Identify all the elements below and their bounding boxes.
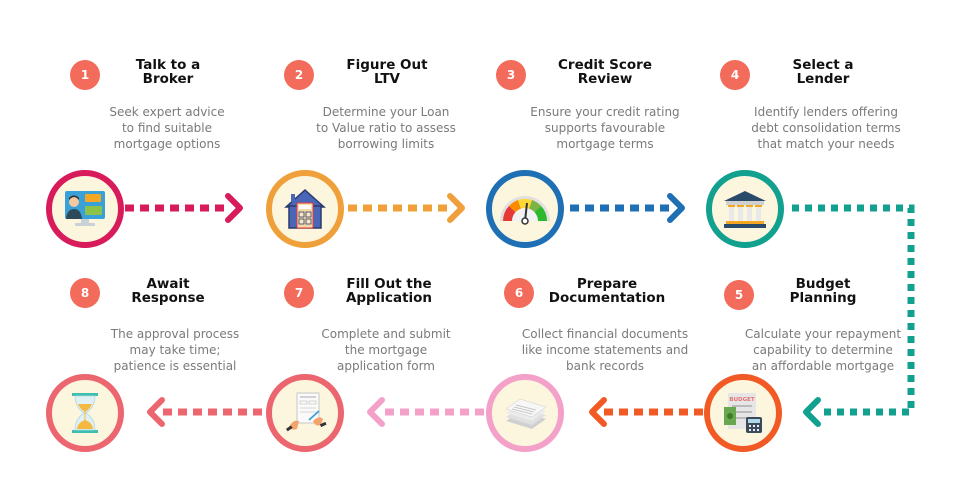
desc-line: The approval process bbox=[110, 327, 240, 341]
connector-5-6 bbox=[589, 397, 703, 427]
step-node bbox=[706, 170, 784, 248]
desc-line: Identify lenders offering bbox=[754, 105, 898, 119]
title-line: Documentation bbox=[548, 290, 666, 306]
budget-label: BUDGET bbox=[729, 397, 754, 403]
title-line: Broker bbox=[142, 71, 194, 87]
title-line: Lender bbox=[796, 71, 850, 87]
title-line: Await bbox=[146, 276, 190, 292]
title-line: Select a bbox=[792, 57, 854, 73]
step-title: Credit Score Review bbox=[520, 58, 690, 86]
step-description: Collect financial documents like income … bbox=[505, 326, 705, 374]
desc-line: an affordable mortgage bbox=[751, 359, 895, 373]
signing-form-icon bbox=[285, 392, 327, 432]
desc-line: debt consolidation terms bbox=[751, 121, 901, 135]
desc-line: Seek expert advice bbox=[109, 105, 225, 119]
hourglass-icon bbox=[72, 393, 98, 433]
step-title: Await Response bbox=[83, 277, 253, 305]
desc-line: bank records bbox=[566, 359, 644, 373]
step-title: Talk to a Broker bbox=[83, 58, 253, 86]
title-line: Figure Out bbox=[346, 57, 428, 73]
step-description: Ensure your credit rating supports favou… bbox=[505, 104, 705, 152]
connector-3-4 bbox=[570, 193, 685, 223]
connector-4-5 bbox=[792, 204, 915, 427]
desc-line: may take time; bbox=[129, 343, 221, 357]
desc-line: supports favourable bbox=[544, 121, 666, 135]
house-calculator-icon bbox=[284, 188, 326, 229]
title-line: Review bbox=[577, 71, 633, 87]
desc-line: Complete and submit bbox=[321, 327, 451, 341]
desc-line: the mortgage bbox=[344, 343, 428, 357]
step-description: Identify lenders offering debt consolida… bbox=[726, 104, 926, 152]
desc-line: to Value ratio to assess bbox=[316, 121, 456, 135]
desc-line: application form bbox=[337, 359, 435, 373]
desc-line: mortgage terms bbox=[556, 137, 654, 151]
title-line: Fill Out the bbox=[346, 276, 432, 292]
step-description: Calculate your repayment capability to d… bbox=[723, 326, 923, 374]
credit-gauge-icon bbox=[500, 196, 550, 225]
desc-line: mortgage options bbox=[113, 137, 221, 151]
desc-line: to find suitable bbox=[121, 121, 213, 135]
title-line: Planning bbox=[789, 290, 857, 306]
video-call-icon bbox=[65, 191, 105, 226]
step-description: The approval process may take time; pati… bbox=[75, 326, 275, 374]
desc-line: Collect financial documents bbox=[521, 327, 689, 341]
step-node bbox=[486, 374, 564, 452]
desc-line: patience is essential bbox=[113, 359, 237, 373]
step-title: Fill Out the Application bbox=[304, 277, 474, 305]
title-line: Credit Score bbox=[558, 57, 652, 73]
step-title: Figure Out LTV bbox=[302, 58, 472, 86]
connector-6-7 bbox=[367, 397, 484, 427]
budget-icon: BUDGET bbox=[724, 393, 762, 433]
documents-icon bbox=[505, 398, 547, 429]
title-line: Talk to a bbox=[135, 57, 201, 73]
desc-line: Calculate your repayment bbox=[744, 327, 902, 341]
step-node: BUDGET bbox=[704, 374, 782, 452]
step-node bbox=[46, 374, 124, 452]
step-description: Determine your Loan to Value ratio to as… bbox=[286, 104, 486, 152]
step-title: Prepare Documentation bbox=[522, 277, 692, 305]
step-description: Complete and submit the mortgage applica… bbox=[286, 326, 486, 374]
title-line: Prepare bbox=[576, 276, 638, 292]
step-node bbox=[46, 170, 124, 248]
step-title: Select a Lender bbox=[738, 58, 908, 86]
step-node bbox=[486, 170, 564, 248]
step-title: Budget Planning bbox=[738, 277, 908, 305]
step-node bbox=[266, 374, 344, 452]
step-node bbox=[266, 170, 344, 248]
title-line: Response bbox=[131, 290, 205, 306]
title-line: Application bbox=[345, 290, 433, 306]
title-line: Budget bbox=[795, 276, 851, 292]
bank-icon bbox=[724, 191, 766, 228]
desc-line: capability to determine bbox=[753, 343, 893, 357]
title-line: LTV bbox=[373, 71, 401, 87]
connector-1-2 bbox=[125, 193, 243, 223]
connector-2-3 bbox=[348, 193, 465, 223]
desc-line: borrowing limits bbox=[337, 137, 435, 151]
desc-line: Determine your Loan bbox=[322, 105, 450, 119]
desc-line: like income statements and bbox=[521, 343, 689, 357]
connector-7-8 bbox=[147, 397, 262, 427]
step-description: Seek expert advice to find suitable mort… bbox=[67, 104, 267, 152]
desc-line: Ensure your credit rating bbox=[530, 105, 680, 119]
desc-line: that match your needs bbox=[757, 137, 895, 151]
